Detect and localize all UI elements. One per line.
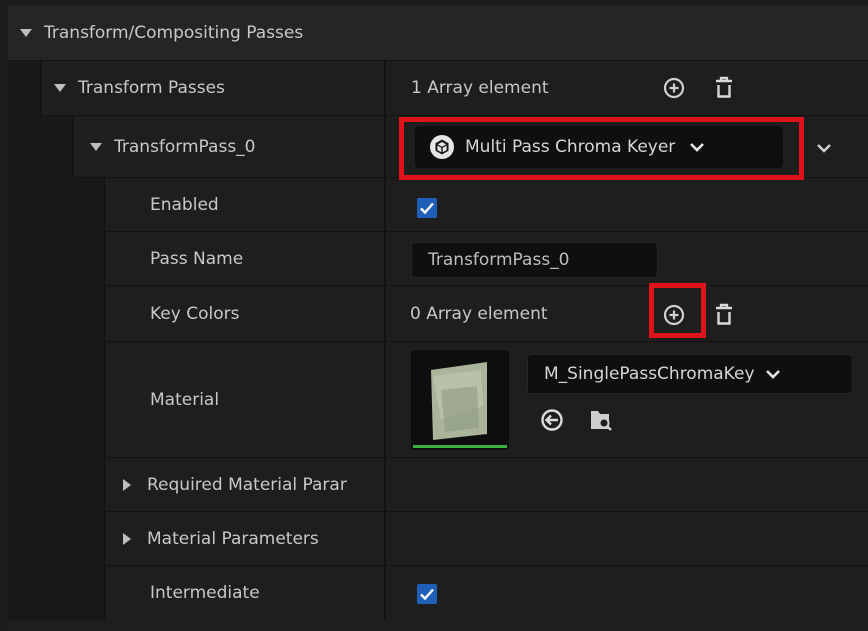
material-params-row[interactable]: Material Parameters — [8, 512, 868, 566]
browse-to-asset-button[interactable] — [586, 406, 616, 434]
pass-name-value: TransformPass_0 — [428, 250, 570, 270]
enabled-row: Enabled — [8, 178, 868, 232]
transform-passes-row: Transform Passes 1 Array element — [8, 61, 868, 116]
category-header[interactable]: Transform/Compositing Passes — [8, 6, 868, 61]
highlight-pass-type — [399, 117, 804, 180]
highlight-add-key-color — [649, 283, 706, 338]
pass-name-input[interactable]: TransformPass_0 — [411, 242, 658, 278]
delete-all-button[interactable] — [712, 301, 736, 329]
checkmark-icon — [420, 588, 434, 601]
use-selected-icon — [541, 409, 563, 431]
transform-passes-label: Transform Passes — [78, 78, 225, 98]
material-label: Material — [150, 389, 220, 410]
intermediate-row: Intermediate — [8, 566, 868, 620]
collapsed-arrow-icon[interactable] — [123, 532, 131, 545]
expand-arrow-icon[interactable] — [90, 142, 102, 151]
expand-arrow-icon[interactable] — [54, 84, 66, 92]
add-circle-icon — [663, 77, 685, 99]
browse-folder-icon — [591, 411, 612, 431]
material-params-label: Material Parameters — [147, 528, 319, 549]
enabled-checkbox[interactable] — [417, 198, 437, 218]
thumbnail-underline — [413, 445, 507, 448]
add-element-button[interactable] — [662, 76, 686, 100]
enabled-label: Enabled — [150, 194, 219, 215]
material-asset-value: M_SinglePassChromaKey — [544, 364, 755, 384]
array-count-text: 1 Array element — [411, 78, 549, 98]
material-preview-image — [431, 362, 487, 440]
material-asset-combo[interactable]: M_SinglePassChromaKey — [527, 354, 853, 394]
required-material-params-row[interactable]: Required Material Parar — [8, 458, 868, 512]
details-panel: Transform/Compositing Passes Transform P… — [8, 6, 868, 631]
trash-icon — [716, 76, 732, 98]
chevron-down-icon — [817, 144, 831, 153]
checkmark-icon — [420, 202, 434, 215]
chevron-down-icon — [765, 370, 780, 379]
pass-name-label: Pass Name — [150, 248, 244, 269]
delete-all-button[interactable] — [712, 74, 736, 102]
array-count-text: 0 Array element — [410, 304, 548, 324]
trash-icon — [716, 303, 732, 325]
pass-options-button[interactable] — [812, 138, 836, 158]
transform-pass-0-label: TransformPass_0 — [114, 136, 256, 157]
key-colors-label: Key Colors — [150, 303, 240, 324]
intermediate-checkbox[interactable] — [417, 584, 437, 604]
material-row: Material M_SinglePassChromaKey — [8, 342, 868, 458]
collapsed-arrow-icon[interactable] — [123, 478, 131, 491]
use-selected-asset-button[interactable] — [538, 406, 566, 434]
required-material-params-label: Required Material Parar — [147, 474, 347, 495]
intermediate-label: Intermediate — [150, 583, 260, 603]
expand-arrow-icon[interactable] — [20, 29, 32, 37]
indent-gutter — [8, 61, 41, 115]
category-label: Transform/Compositing Passes — [44, 23, 304, 43]
pass-name-row: Pass Name TransformPass_0 — [8, 232, 868, 286]
key-colors-row: Key Colors 0 Array element — [8, 286, 868, 342]
material-thumbnail[interactable] — [411, 350, 509, 450]
